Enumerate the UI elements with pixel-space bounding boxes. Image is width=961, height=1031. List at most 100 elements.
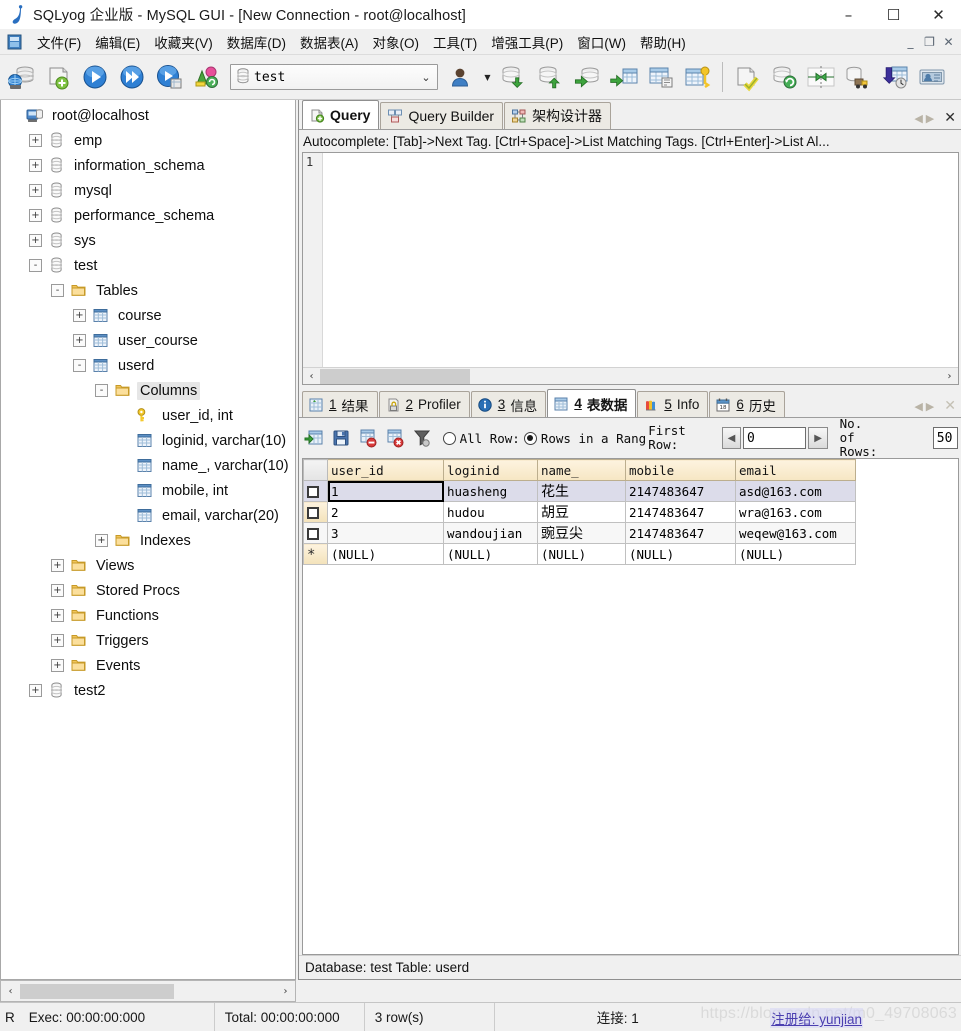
execute-query-new-tab-button[interactable] (151, 57, 187, 97)
tree-node[interactable]: + Triggers (1, 628, 295, 653)
expand-icon[interactable]: + (51, 559, 64, 572)
tree-node[interactable]: name_, varchar(10) (1, 453, 295, 478)
column-header[interactable]: name_ (537, 459, 626, 481)
menu-item-powertools[interactable]: 增强工具(P) (484, 30, 570, 54)
expand-icon[interactable]: + (51, 634, 64, 647)
menu-item-file[interactable]: 文件(F) (30, 30, 88, 54)
close-button[interactable]: ✕ (916, 0, 961, 29)
table-cell[interactable]: 2147483647 (625, 501, 736, 523)
table-cell[interactable]: 2147483647 (625, 480, 736, 502)
result-tab-close-icon[interactable]: ✕ (941, 398, 959, 414)
expand-icon[interactable]: + (73, 334, 86, 347)
delete-row-button[interactable] (383, 425, 408, 451)
tree-horizontal-scrollbar[interactable]: ‹ › (0, 980, 296, 1002)
export-data-button[interactable] (606, 57, 642, 97)
tree-node[interactable]: + emp (1, 128, 295, 153)
collapse-icon[interactable]: - (29, 259, 42, 272)
table-cell[interactable]: wandoujian (443, 522, 538, 544)
new-row-cell[interactable]: (NULL) (537, 543, 626, 565)
new-connection-button[interactable] (3, 57, 39, 97)
data-transfer-button[interactable] (840, 57, 876, 97)
tab-schema-designer[interactable]: 架构设计器 (504, 102, 612, 129)
chevron-down-icon[interactable]: ⌄ (415, 71, 437, 84)
table-row[interactable]: 2 hudou 胡豆 2147483647 wra@163.com (303, 501, 856, 523)
result-tab-table-data[interactable]: 4 表数据 (547, 389, 637, 417)
database-selector[interactable]: test ⌄ (230, 64, 438, 90)
no-of-rows-input[interactable]: 50 (932, 427, 958, 449)
rows-in-range-radio[interactable]: Rows in a Rang (523, 431, 646, 446)
tree-node[interactable]: + test2 (1, 678, 295, 703)
table-cell[interactable]: huasheng (443, 480, 538, 502)
new-row-cell[interactable]: (NULL) (443, 543, 538, 565)
tree-node[interactable]: email, varchar(20) (1, 503, 295, 528)
table-row[interactable]: 3 wandoujian 豌豆尖 2147483647 weqew@163.com (303, 522, 856, 544)
menu-item-help[interactable]: 帮助(H) (633, 30, 693, 54)
row-checkbox[interactable] (307, 528, 319, 540)
menu-item-tools[interactable]: 工具(T) (426, 30, 484, 54)
menu-item-database[interactable]: 数据库(D) (220, 30, 293, 54)
maximize-button[interactable]: ☐ (871, 0, 916, 29)
editor-horizontal-scrollbar[interactable]: ‹ › (303, 367, 958, 384)
sync-database-button[interactable] (766, 57, 802, 97)
tree-node[interactable]: - Columns (1, 378, 295, 403)
editor-scroll-left-icon[interactable]: ‹ (303, 369, 320, 384)
row-selector[interactable] (303, 501, 328, 523)
first-row-decrement-button[interactable]: ◀ (721, 427, 742, 449)
execute-query-button[interactable] (77, 57, 113, 97)
restore-database-button[interactable] (532, 57, 568, 97)
expand-icon[interactable]: + (51, 659, 64, 672)
editor-scroll-thumb[interactable] (320, 368, 470, 384)
all-rows-radio-circle[interactable] (442, 431, 456, 445)
editor-scroll-track[interactable] (320, 368, 941, 384)
expand-icon[interactable]: + (29, 209, 42, 222)
schema-key-button[interactable] (680, 57, 716, 97)
backup-database-button[interactable] (495, 57, 531, 97)
mdi-close-button[interactable]: ✕ (939, 32, 958, 52)
tree-node[interactable]: mobile, int (1, 478, 295, 503)
expand-icon[interactable]: + (29, 134, 42, 147)
query-builder-button[interactable] (729, 57, 765, 97)
result-tab-results[interactable]: 1 结果 (302, 391, 378, 417)
tree-node[interactable]: + user_course (1, 328, 295, 353)
tree-node[interactable]: user_id, int (1, 403, 295, 428)
tree-scroll-thumb[interactable] (20, 983, 174, 999)
tab-query-builder[interactable]: Query Builder (380, 102, 504, 129)
user-manager-dropdown-arrow[interactable]: ▼ (481, 57, 494, 97)
new-row-marker[interactable]: * (303, 543, 328, 565)
expand-icon[interactable]: + (29, 159, 42, 172)
tree-scroll-track[interactable] (20, 982, 276, 1000)
table-cell[interactable]: asd@163.com (735, 480, 856, 502)
data-grid[interactable]: user_id loginid name_ mobile email 1 huasheng 花… (302, 458, 959, 955)
tab-query[interactable]: Query (302, 100, 380, 129)
tree-node[interactable]: + information_schema (1, 153, 295, 178)
tree-node[interactable]: + sys (1, 228, 295, 253)
collapse-icon[interactable]: - (95, 384, 108, 397)
first-row-input[interactable]: 0 (743, 427, 807, 449)
menu-item-favorites[interactable]: 收藏夹(V) (147, 30, 220, 54)
notifications-button[interactable] (914, 57, 950, 97)
tab-close-icon[interactable]: ✕ (941, 110, 959, 126)
expand-icon[interactable]: + (51, 609, 64, 622)
table-cell[interactable]: 1 (327, 480, 444, 502)
select-all-corner[interactable] (303, 459, 328, 481)
schema-sync-button[interactable] (803, 57, 839, 97)
mdi-restore-button[interactable]: ❐ (920, 32, 939, 52)
expand-icon[interactable]: + (95, 534, 108, 547)
user-manager-button[interactable] (444, 57, 480, 97)
column-header[interactable]: mobile (625, 459, 736, 481)
expand-icon[interactable]: + (29, 184, 42, 197)
result-tab-prev-arrow-icon[interactable]: ◀ (914, 400, 922, 413)
tree-scroll-left-icon[interactable]: ‹ (1, 982, 20, 1000)
tree-node[interactable]: + course (1, 303, 295, 328)
menu-item-edit[interactable]: 编辑(E) (88, 30, 147, 54)
tree-node[interactable]: + performance_schema (1, 203, 295, 228)
table-cell[interactable]: 2 (327, 501, 444, 523)
filter-button[interactable] (410, 425, 435, 451)
table-row[interactable]: 1 huasheng 花生 2147483647 asd@163.com (303, 480, 856, 502)
all-rows-radio[interactable]: All Row: (442, 431, 520, 446)
table-cell[interactable]: 花生 (537, 480, 626, 502)
tree-node[interactable]: + Events (1, 653, 295, 678)
result-tab-next-arrow-icon[interactable]: ▶ (926, 400, 934, 413)
menu-item-window[interactable]: 窗口(W) (570, 30, 633, 54)
stop-query-button[interactable] (188, 57, 224, 97)
